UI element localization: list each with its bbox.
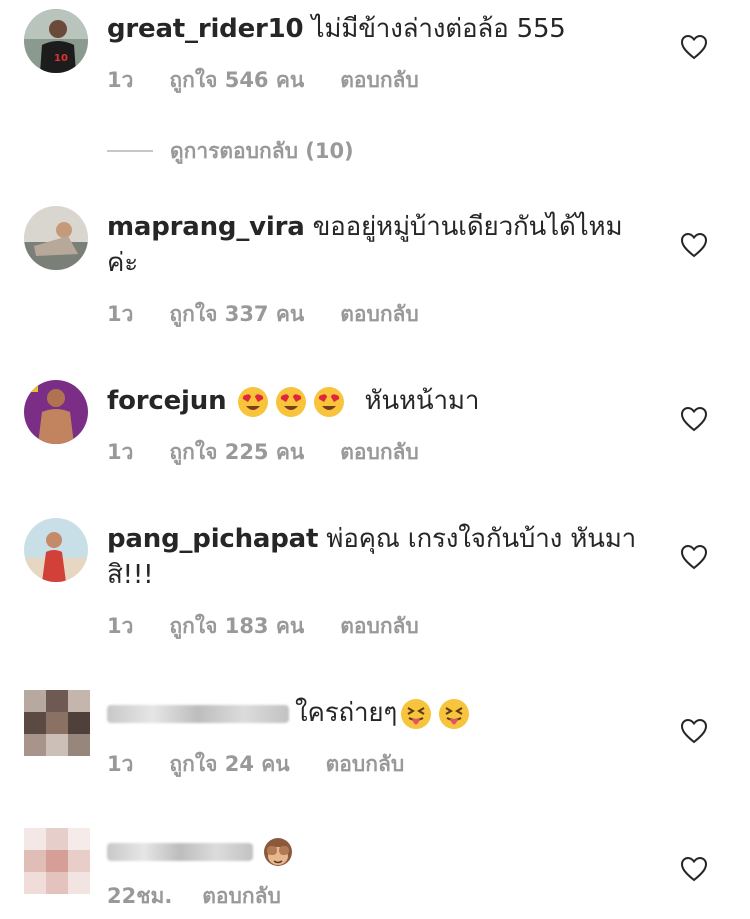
comment-body: ใครถ่ายๆ — [295, 698, 398, 728]
avatar[interactable] — [24, 380, 88, 444]
timestamp: 1ว — [107, 302, 134, 326]
reply-button[interactable]: ตอบกลับ — [326, 748, 405, 781]
svg-text:10: 10 — [54, 53, 68, 64]
comment-text: ใครถ่ายๆ — [107, 695, 647, 731]
comment-meta: 22ชม. ตอบกลับ — [107, 880, 317, 913]
heart-outline-icon[interactable] — [680, 406, 708, 432]
avatar[interactable] — [24, 518, 88, 582]
comment-meta: 1ว ถูกใจ 24 คน ตอบกลับ — [107, 748, 440, 781]
comment-text: forcejun หันหน้ามา — [107, 383, 647, 419]
like-count[interactable]: ถูกใจ 24 คน — [169, 748, 289, 781]
see-no-evil-monkey-emoji — [264, 837, 292, 866]
username[interactable]: maprang_vira — [107, 212, 305, 242]
username[interactable]: forcejun — [107, 386, 227, 416]
heart-eyes-emoji — [314, 386, 345, 417]
comment-body: หันหน้ามา — [364, 386, 480, 416]
timestamp: 1ว — [107, 68, 134, 92]
replies-divider — [107, 150, 153, 152]
username[interactable]: great_rider10 — [107, 14, 304, 44]
heart-eyes-emoji — [276, 386, 307, 417]
reply-button[interactable]: ตอบกลับ — [202, 880, 281, 913]
reply-button[interactable]: ตอบกลับ — [340, 64, 419, 97]
squinting-tongue-emoji — [401, 698, 432, 729]
comment-meta: 1ว ถูกใจ 183 คน ตอบกลับ — [107, 610, 455, 643]
squinting-tongue-emoji — [439, 698, 470, 729]
blurred-username[interactable] — [107, 704, 289, 723]
username[interactable]: pang_pichapat — [107, 524, 318, 554]
avatar[interactable] — [24, 690, 90, 756]
heart-outline-icon[interactable] — [680, 232, 708, 258]
reply-button[interactable]: ตอบกลับ — [340, 436, 419, 469]
timestamp: 1ว — [107, 752, 134, 776]
avatar[interactable] — [24, 828, 90, 894]
comment-text: great_rider10 ไม่มีข้างล่างต่อล้อ 555 — [107, 11, 647, 47]
comment-meta: 1ว ถูกใจ 337 คน ตอบกลับ — [107, 298, 455, 331]
comment-text: maprang_vira ขออยู่หมู่บ้านเดียวกันได้ไหม… — [107, 209, 647, 281]
view-replies-button[interactable]: ดูการตอบกลับ (10) — [170, 135, 354, 168]
comment-body: ไม่มีข้างล่างต่อล้อ 555 — [311, 14, 566, 44]
heart-outline-icon[interactable] — [680, 718, 708, 744]
like-count[interactable]: ถูกใจ 337 คน — [169, 298, 304, 331]
avatar[interactable] — [24, 206, 88, 270]
timestamp: 1ว — [107, 440, 134, 464]
blurred-username[interactable] — [107, 842, 253, 861]
comment-text — [107, 833, 647, 869]
like-count[interactable]: ถูกใจ 183 คน — [169, 610, 304, 643]
reply-button[interactable]: ตอบกลับ — [340, 610, 419, 643]
timestamp: 22ชม. — [107, 884, 173, 908]
reply-button[interactable]: ตอบกลับ — [340, 298, 419, 331]
heart-outline-icon[interactable] — [680, 856, 708, 882]
heart-outline-icon[interactable] — [680, 34, 708, 60]
timestamp: 1ว — [107, 614, 134, 638]
like-count[interactable]: ถูกใจ 225 คน — [169, 436, 304, 469]
heart-eyes-emoji — [238, 386, 269, 417]
like-count[interactable]: ถูกใจ 546 คน — [169, 64, 304, 97]
comment-text: pang_pichapat พ่อคุณ เกรงใจกันบ้าง หันมา … — [107, 521, 647, 593]
heart-outline-icon[interactable] — [680, 544, 708, 570]
comment-meta: 1ว ถูกใจ 546 คน ตอบกลับ — [107, 64, 455, 97]
avatar[interactable]: 10 — [24, 9, 88, 73]
comment-meta: 1ว ถูกใจ 225 คน ตอบกลับ — [107, 436, 455, 469]
